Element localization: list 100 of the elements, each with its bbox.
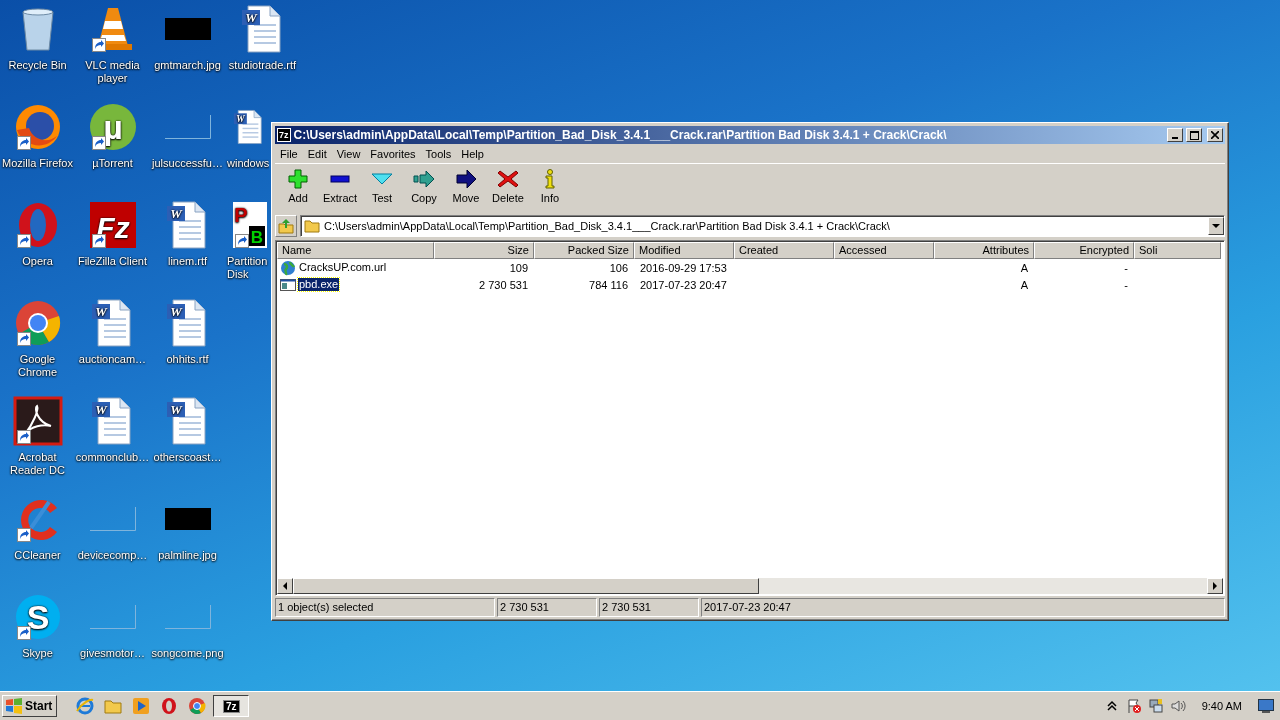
desktop-shortcut[interactable]: VLC media player (75, 0, 150, 85)
globe-e-icon (76, 697, 95, 715)
table-cell-text: A (1019, 261, 1029, 274)
desktop-shortcut[interactable]: W otherscoast… (150, 392, 225, 464)
menu-item[interactable]: Help (456, 147, 489, 160)
column-header[interactable]: Encrypted (1034, 242, 1134, 259)
acrobat-icon (12, 396, 63, 446)
status-text: 1 object(s) selected (275, 598, 495, 617)
minimize-button[interactable] (1167, 128, 1183, 142)
desktop-shortcut[interactable]: W auctioncam… (75, 294, 150, 366)
dropdown-button[interactable] (1208, 217, 1224, 235)
desktop-shortcut[interactable]: gmtmarch.jpg (150, 0, 225, 72)
clock: 9:40 AM (1201, 700, 1242, 712)
status-text: 2017-07-23 20:47 (701, 598, 1225, 617)
chrome-icon (188, 697, 207, 715)
toolbar-button[interactable]: Test (361, 165, 403, 212)
network-icon[interactable] (1147, 698, 1164, 714)
caret-right-icon (1213, 582, 1217, 590)
caret-left-icon (283, 582, 287, 590)
maximize-button[interactable] (1186, 128, 1202, 142)
desktop-shortcut[interactable]: µ µTorrent (75, 98, 150, 170)
desktop-shortcut[interactable]: devicecomp… (75, 490, 150, 562)
desktop-shortcut[interactable]: Recycle Bin (0, 0, 75, 72)
horizontal-scrollbar[interactable] (277, 578, 1223, 594)
column-header[interactable]: Accessed (834, 242, 934, 259)
desktop-shortcut[interactable]: Mozilla Firefox (0, 98, 75, 170)
plus-icon (286, 167, 310, 190)
column-header[interactable]: Created (734, 242, 834, 259)
table-cell-text: - (1123, 278, 1129, 291)
desktop-shortcut[interactable]: Google Chrome (0, 294, 75, 379)
table-cell-text: A (1019, 278, 1029, 291)
image-thumbnail-icon (89, 605, 136, 629)
close-icon (1211, 131, 1219, 139)
toolbar-button[interactable]: Info (529, 165, 571, 212)
column-header[interactable]: Size (434, 242, 534, 259)
table-cell-text: 2017-07-23 20:47 (639, 278, 728, 291)
folder-up-icon (278, 218, 294, 234)
column-header[interactable]: Name (277, 242, 434, 259)
desktop-shortcut[interactable]: P B Partition Disk (225, 196, 269, 281)
scroll-left-button[interactable] (277, 578, 293, 594)
desktop-shortcut[interactable]: julsuccessfu… (150, 98, 225, 170)
desktop-shortcut[interactable]: Acrobat Reader DC (0, 392, 75, 477)
file-name[interactable]: pbd.exe (298, 278, 340, 291)
menu-item[interactable]: Tools (420, 147, 457, 160)
table-cell-text: 106 (608, 261, 629, 274)
play-icon (132, 697, 151, 715)
taskbar-window-button[interactable]: 7z (213, 695, 250, 717)
status-text: 2 730 531 (497, 598, 597, 617)
folder-icon (104, 697, 123, 715)
speaker-icon[interactable] (1169, 698, 1186, 714)
windows-flag-icon (5, 698, 23, 714)
column-header[interactable]: Modified (634, 242, 734, 259)
desktop-shortcut[interactable]: W linem.rtf (150, 196, 225, 268)
toolbar-button[interactable]: Add (277, 165, 319, 212)
maximize-icon (1189, 130, 1199, 140)
image-thumbnail-icon (164, 508, 211, 530)
up-folder-button[interactable] (275, 215, 297, 237)
column-header[interactable]: Soli (1134, 242, 1221, 259)
desktop-shortcut[interactable]: CCleaner (0, 490, 75, 562)
column-header[interactable]: Packed Size (534, 242, 634, 259)
path-field[interactable]: C:\Users\admin\AppData\Local\Temp\Partition_Bad_Disk_3.4.1___Crack.rar\Partition Bad Disk 3.4.1 + Crack\Crack\ (300, 215, 1225, 237)
menu-item[interactable]: File (275, 147, 303, 160)
image-thumbnail-icon (164, 115, 211, 139)
show-desktop-icon[interactable] (1258, 699, 1274, 713)
toolbar-button[interactable]: Copy (403, 165, 445, 212)
close-button[interactable] (1207, 128, 1223, 142)
start-button[interactable]: Start (2, 695, 58, 717)
desktop-shortcut[interactable]: W commonclub… (75, 392, 150, 464)
menu-item[interactable]: Favorites (365, 147, 421, 160)
toolbar-button[interactable]: Extract (319, 165, 361, 212)
program-icon (280, 277, 296, 292)
desktop-shortcut[interactable]: Opera (0, 196, 75, 268)
ring-icon (160, 697, 179, 715)
arrow-right-icon (454, 167, 478, 190)
scrollbar-thumb[interactable] (293, 578, 759, 594)
app-icon: 7z (277, 128, 291, 142)
table-cell-text: 109 (508, 261, 529, 274)
menu-item[interactable]: Edit (302, 147, 332, 160)
table-cell-text: 784 116 (588, 278, 629, 291)
image-thumbnail-icon (164, 18, 211, 40)
flag-icon[interactable] (1125, 698, 1142, 714)
status-text: 2 730 531 (599, 598, 699, 617)
desktop-shortcut[interactable]: W studiotrade.rtf (225, 0, 300, 72)
table-cell-text: 2 730 531 (478, 278, 529, 291)
desktop-shortcut[interactable]: W windows (225, 98, 269, 170)
folder-icon (304, 218, 320, 234)
column-header[interactable]: Attributes (934, 242, 1034, 259)
toolbar-button[interactable]: Move (445, 165, 487, 212)
image-thumbnail-icon (164, 605, 211, 629)
desktop-shortcut[interactable]: W ohhits.rtf (150, 294, 225, 366)
image-thumbnail-icon (89, 507, 136, 531)
table-cell-text: - (1123, 261, 1129, 274)
menu-item[interactable]: View (331, 147, 366, 160)
file-name[interactable]: CracksUP.com.url (298, 261, 388, 274)
caret-icon (1212, 223, 1220, 229)
toolbar-button[interactable]: Delete (487, 165, 529, 212)
table-cell-text: 2016-09-29 17:53 (639, 261, 728, 274)
globe-icon (280, 259, 296, 276)
window-title: C:\Users\admin\AppData\Local\Temp\Partition_Bad_Disk_3.4.1___Crack.rar\Partition Bad Disk 3.4.1 + Crack\Crack\ (293, 128, 948, 142)
scroll-right-button[interactable] (1207, 578, 1223, 594)
